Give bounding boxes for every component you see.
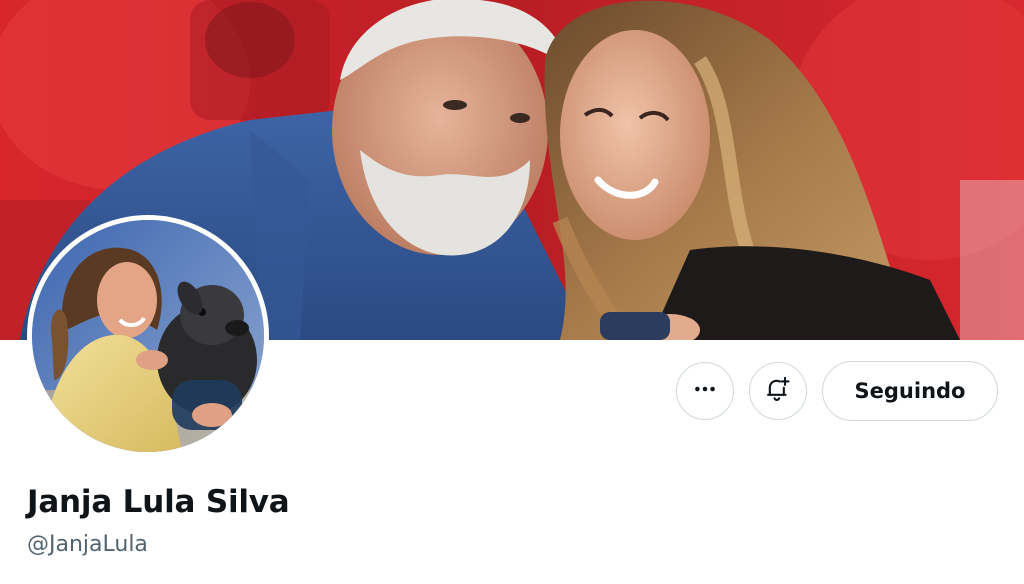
profile-avatar[interactable] xyxy=(27,215,269,457)
bell-plus-icon xyxy=(764,375,792,407)
profile-actions: Seguindo xyxy=(676,361,998,421)
notifications-button[interactable] xyxy=(749,362,807,420)
avatar-photo xyxy=(32,220,264,452)
more-horizontal-icon xyxy=(692,376,718,406)
profile-page: Seguindo Janja Lula Silva @JanjaLula xyxy=(0,0,1024,584)
more-options-button[interactable] xyxy=(676,362,734,420)
following-button[interactable]: Seguindo xyxy=(822,361,998,421)
user-handle: @JanjaLula xyxy=(27,532,148,557)
display-name: Janja Lula Silva xyxy=(27,484,290,520)
avatar-illustration xyxy=(32,220,264,452)
